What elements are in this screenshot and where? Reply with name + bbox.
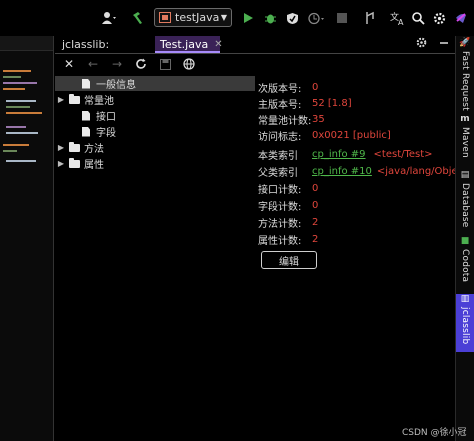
chevron-down-icon: ▼: [220, 13, 227, 22]
stop-icon[interactable]: [334, 8, 350, 28]
file-icon: [79, 126, 93, 137]
this-class-link[interactable]: cp_info #9: [312, 149, 366, 160]
info-row-attributes-count: 属性计数: 2: [258, 233, 319, 247]
vcs-icon[interactable]: [362, 8, 378, 28]
tree-item-methods[interactable]: ▶ 方法: [55, 140, 255, 155]
info-row-this-class: 本类索引 cp_info #9 <test/Test>: [258, 148, 433, 162]
back-arrow-icon[interactable]: ←: [85, 56, 101, 72]
maven-icon: m: [460, 114, 470, 124]
tree-item-label: 一般信息: [96, 80, 136, 91]
info-row-super-class: 父类索引 cp_info #10 <java/lang/Object>: [258, 165, 474, 179]
tool-jclasslib[interactable]: ▥ jclasslib: [456, 294, 474, 352]
edit-button[interactable]: 编辑: [261, 251, 317, 269]
codota-icon: ■: [460, 236, 470, 246]
forward-arrow-icon[interactable]: →: [109, 56, 125, 72]
code-line: [6, 100, 36, 102]
java-file-icon: [159, 12, 171, 23]
tab-label: jclasslib:: [62, 37, 110, 51]
tree-item-label: 常量池: [84, 96, 114, 107]
info-row-access-flags: 访问标志: 0x0021 [public]: [258, 129, 391, 143]
folder-icon: [67, 141, 81, 153]
hammer-icon[interactable]: [128, 8, 146, 28]
tool-fast-request[interactable]: 🚀 Fast Request: [456, 38, 474, 111]
watermark: CSDN @徐小冠: [402, 428, 467, 438]
database-icon: ▤: [460, 170, 470, 180]
run-config-select[interactable]: testJava ▼: [154, 8, 232, 27]
tab-test-java[interactable]: Test.java ✕: [155, 36, 223, 53]
globe-icon[interactable]: [181, 56, 197, 72]
settings-icon[interactable]: [431, 8, 447, 28]
code-line: [6, 106, 30, 108]
tree-item-general-info[interactable]: 一般信息: [55, 76, 255, 91]
tool-maven[interactable]: m Maven: [456, 114, 474, 164]
class-structure-tree: 一般信息 ▶ 常量池 接口 字段 ▶ 方法 ▶ 属性: [55, 74, 255, 441]
run-config-label: testJava: [175, 11, 220, 24]
tree-item-fields[interactable]: 字段: [55, 124, 255, 139]
svg-text:A: A: [398, 18, 404, 25]
code-line: [3, 76, 21, 78]
right-tool-strip: 🚀 Fast Request m Maven ▤ Database ■ Codo…: [455, 36, 474, 441]
tree-item-attributes[interactable]: ▶ 属性: [55, 156, 255, 171]
super-class-link[interactable]: cp_info #10: [312, 166, 372, 177]
editor-tabbar: jclasslib: Test.java ✕: [55, 36, 455, 54]
code-line: [6, 126, 26, 128]
tree-item-label: 属性: [84, 160, 104, 171]
close-icon[interactable]: ✕: [214, 39, 222, 50]
tree-item-interfaces[interactable]: 接口: [55, 108, 255, 123]
info-row-constant-pool-count: 常量池计数: 35: [258, 113, 325, 127]
gear-icon[interactable]: [416, 37, 427, 51]
file-icon: [79, 78, 93, 89]
tree-item-label: 接口: [96, 112, 116, 123]
coverage-icon[interactable]: [284, 8, 300, 28]
main-toolbar: testJava ▼ 文A: [0, 0, 474, 36]
info-row-major-version: 主版本号: 52 [1.8]: [258, 97, 352, 111]
plugin-icon[interactable]: [452, 8, 470, 28]
folder-icon: [67, 157, 81, 169]
code-line: [6, 160, 36, 162]
minimap-header: [0, 36, 53, 51]
user-icon[interactable]: [98, 8, 120, 28]
code-line: [6, 112, 42, 114]
tree-item-constant-pool[interactable]: ▶ 常量池: [55, 92, 255, 107]
debug-icon[interactable]: [262, 8, 278, 28]
editor-minimap: [0, 36, 54, 441]
code-line: [3, 82, 37, 84]
code-line: [3, 70, 31, 72]
folder-icon: [67, 93, 81, 105]
info-row-fields-count: 字段计数: 0: [258, 199, 319, 213]
code-line: [3, 88, 25, 90]
tab-jclasslib[interactable]: jclasslib:: [57, 36, 114, 52]
tree-item-label: 方法: [84, 144, 104, 155]
chevron-right-icon[interactable]: ▶: [55, 95, 67, 104]
translate-icon[interactable]: 文A: [388, 8, 406, 28]
search-icon[interactable]: [410, 8, 426, 28]
tool-database[interactable]: ▤ Database: [456, 170, 474, 230]
jclasslib-toolbar: ✕ ← →: [55, 54, 455, 74]
tabbar-actions: [416, 36, 449, 52]
chevron-right-icon[interactable]: ▶: [55, 159, 67, 168]
close-icon[interactable]: ✕: [61, 56, 77, 72]
tree-item-label: 字段: [96, 128, 116, 139]
file-icon: [79, 110, 93, 121]
save-icon[interactable]: [157, 56, 173, 72]
code-line: [3, 150, 17, 152]
run-icon[interactable]: [240, 8, 256, 28]
tab-label: Test.java: [160, 37, 209, 51]
tool-codota[interactable]: ■ Codota: [456, 236, 474, 286]
jclasslib-icon: ▥: [460, 294, 470, 304]
profile-icon[interactable]: [306, 8, 326, 28]
info-row-interfaces-count: 接口计数: 0: [258, 182, 319, 196]
refresh-icon[interactable]: [133, 56, 149, 72]
info-row-methods-count: 方法计数: 2: [258, 216, 319, 230]
rocket-icon: 🚀: [459, 38, 471, 48]
code-line: [3, 144, 29, 146]
code-line: [6, 132, 38, 134]
chevron-right-icon[interactable]: ▶: [55, 143, 67, 152]
minimize-icon[interactable]: [439, 38, 449, 51]
info-row-minor-version: 次版本号: 0: [258, 81, 319, 95]
